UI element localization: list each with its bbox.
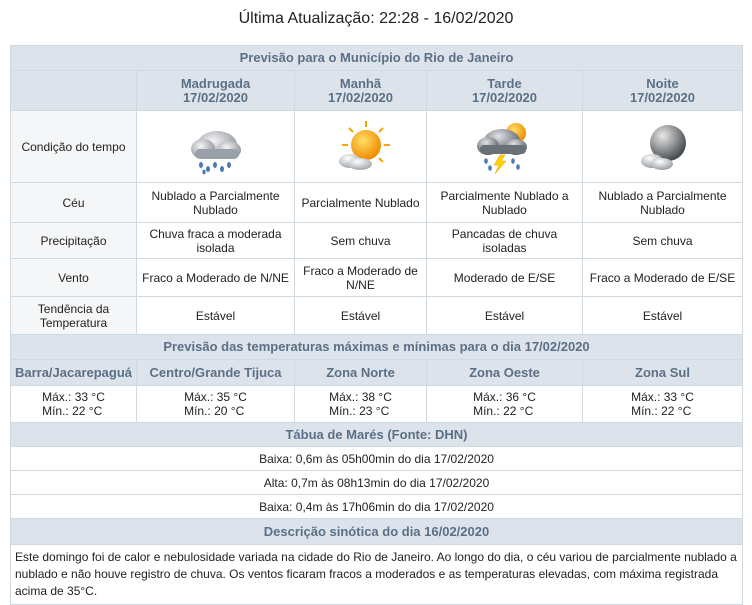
zone-name-centro: Centro/Grande Tijuca bbox=[136, 359, 295, 386]
trend-cell-madrugada: Estável bbox=[136, 296, 295, 335]
max-temp: Máx.: 38 °C bbox=[329, 390, 392, 404]
synoptic-text: Este domingo foi de calor e nebulosidade… bbox=[10, 544, 743, 605]
min-temp: Mín.: 23 °C bbox=[329, 404, 390, 418]
sky-row: Céu Nublado a Parcialmente Nublado Parci… bbox=[10, 182, 743, 223]
trend-cell-tarde: Estável bbox=[426, 296, 583, 335]
period-name: Manhã bbox=[339, 75, 382, 91]
period-date: 17/02/2020 bbox=[471, 89, 538, 105]
sky-cell-manha: Parcialmente Nublado bbox=[294, 182, 427, 223]
min-temp: Mín.: 22 °C bbox=[42, 404, 103, 418]
precip-cell-tarde: Pancadas de chuva isoladas bbox=[426, 222, 583, 259]
precip-cell-noite: Sem chuva bbox=[582, 222, 743, 259]
max-temp: Máx.: 35 °C bbox=[184, 390, 247, 404]
period-header-madrugada: Madrugada 17/02/2020 bbox=[136, 70, 295, 111]
sky-cell-madrugada: Nublado a Parcialmente Nublado bbox=[136, 182, 295, 223]
tides-title: Tábua de Marés (Fonte: DHN) bbox=[10, 422, 743, 447]
zone-name-barra: Barra/Jacarepaguá bbox=[10, 359, 137, 386]
temps-cell-sul: Máx.: 33 °C Mín.: 22 °C bbox=[582, 385, 743, 423]
max-temp: Máx.: 36 °C bbox=[473, 390, 536, 404]
wind-row: Vento Fraco a Moderado de N/NE Fraco a M… bbox=[10, 258, 743, 297]
max-temp: Máx.: 33 °C bbox=[631, 390, 694, 404]
zone-name-oeste: Zona Oeste bbox=[426, 359, 583, 386]
period-header-noite: Noite 17/02/2020 bbox=[582, 70, 743, 111]
row-label-condicao: Condição do tempo bbox=[10, 110, 137, 183]
sun-cloud-icon bbox=[338, 120, 390, 170]
zone-name-sul: Zona Sul bbox=[582, 359, 743, 386]
row-label-tendencia: Tendência da Temperatura bbox=[10, 296, 137, 335]
min-temp: Mín.: 22 °C bbox=[473, 404, 534, 418]
moon-cloud-icon bbox=[640, 124, 686, 170]
temps-cell-oeste: Máx.: 36 °C Mín.: 22 °C bbox=[426, 385, 583, 423]
tide-entry-2: Alta: 0,7m às 08h13min do dia 17/02/2020 bbox=[10, 470, 743, 495]
condition-cell-noite bbox=[582, 110, 743, 183]
max-temp: Máx.: 33 °C bbox=[42, 390, 105, 404]
temps-title: Previsão das temperaturas máximas e míni… bbox=[10, 334, 743, 360]
temps-title-row: Previsão das temperaturas máximas e míni… bbox=[10, 334, 743, 360]
wind-cell-manha: Fraco a Moderado de N/NE bbox=[294, 258, 427, 297]
sky-cell-noite: Nublado a Parcialmente Nublado bbox=[582, 182, 743, 223]
temps-cell-norte: Máx.: 38 °C Mín.: 23 °C bbox=[294, 385, 427, 423]
synoptic-row: Este domingo foi de calor e nebulosidade… bbox=[10, 544, 743, 605]
period-date: 17/02/2020 bbox=[327, 89, 394, 105]
zones-row: Barra/Jacarepaguá Centro/Grande Tijuca Z… bbox=[10, 359, 743, 386]
sky-cell-tarde: Parcialmente Nublado a Nublado bbox=[426, 182, 583, 223]
temps-row: Máx.: 33 °C Mín.: 22 °C Máx.: 35 °C Mín.… bbox=[10, 385, 743, 423]
last-update-text: Última Atualização: 22:28 - 16/02/2020 bbox=[238, 10, 514, 27]
tide-row: Alta: 0,7m às 08h13min do dia 17/02/2020 bbox=[10, 470, 743, 495]
synoptic-title-row: Descrição sinótica do dia 16/02/2020 bbox=[10, 518, 743, 545]
condition-row: Condição do tempo bbox=[10, 110, 743, 183]
tide-row: Baixa: 0,6m às 05h00min do dia 17/02/202… bbox=[10, 446, 743, 471]
wind-cell-madrugada: Fraco a Moderado de N/NE bbox=[136, 258, 295, 297]
trend-cell-noite: Estável bbox=[582, 296, 743, 335]
period-header-manha: Manhã 17/02/2020 bbox=[294, 70, 427, 111]
forecast-table: Previsão para o Município do Rio de Jane… bbox=[10, 45, 743, 605]
period-header-tarde: Tarde 17/02/2020 bbox=[426, 70, 583, 111]
tide-entry-1: Baixa: 0,6m às 05h00min do dia 17/02/202… bbox=[10, 446, 743, 471]
thunderstorm-icon bbox=[476, 122, 527, 174]
condition-cell-manha bbox=[294, 110, 427, 183]
period-header-row: Madrugada 17/02/2020 Manhã 17/02/2020 Ta… bbox=[10, 70, 743, 111]
trend-cell-manha: Estável bbox=[294, 296, 427, 335]
condition-cell-madrugada bbox=[136, 110, 295, 183]
wind-cell-tarde: Moderado de E/SE bbox=[426, 258, 583, 297]
wind-cell-noite: Fraco a Moderado de E/SE bbox=[582, 258, 743, 297]
min-temp: Mín.: 22 °C bbox=[631, 404, 692, 418]
forecast-title: Previsão para o Município do Rio de Jane… bbox=[10, 45, 743, 71]
row-label-ceu: Céu bbox=[10, 182, 137, 223]
rain-cloud-icon bbox=[190, 130, 241, 174]
row-label-vento: Vento bbox=[10, 258, 137, 297]
period-header-corner bbox=[10, 70, 137, 111]
period-name: Tarde bbox=[487, 75, 522, 91]
precip-cell-manha: Sem chuva bbox=[294, 222, 427, 259]
trend-row: Tendência da Temperatura Estável Estável… bbox=[10, 296, 743, 335]
period-name: Madrugada bbox=[180, 75, 251, 91]
tide-row: Baixa: 0,4m às 17h06min do dia 17/02/202… bbox=[10, 494, 743, 519]
precip-row: Precipitação Chuva fraca a moderada isol… bbox=[10, 222, 743, 259]
condition-cell-tarde bbox=[426, 110, 583, 183]
temps-cell-centro: Máx.: 35 °C Mín.: 20 °C bbox=[136, 385, 295, 423]
period-date: 17/02/2020 bbox=[182, 89, 249, 105]
row-label-precip: Precipitação bbox=[10, 222, 137, 259]
precip-cell-madrugada: Chuva fraca a moderada isolada bbox=[136, 222, 295, 259]
temps-cell-barra: Máx.: 33 °C Mín.: 22 °C bbox=[10, 385, 137, 423]
forecast-title-row: Previsão para o Município do Rio de Jane… bbox=[10, 45, 743, 71]
period-name: Noite bbox=[646, 75, 679, 91]
zone-name-norte: Zona Norte bbox=[294, 359, 427, 386]
period-date: 17/02/2020 bbox=[629, 89, 696, 105]
tide-entry-3: Baixa: 0,4m às 17h06min do dia 17/02/202… bbox=[10, 494, 743, 519]
tides-title-row: Tábua de Marés (Fonte: DHN) bbox=[10, 422, 743, 447]
synoptic-title: Descrição sinótica do dia 16/02/2020 bbox=[10, 518, 743, 545]
min-temp: Mín.: 20 °C bbox=[184, 404, 245, 418]
